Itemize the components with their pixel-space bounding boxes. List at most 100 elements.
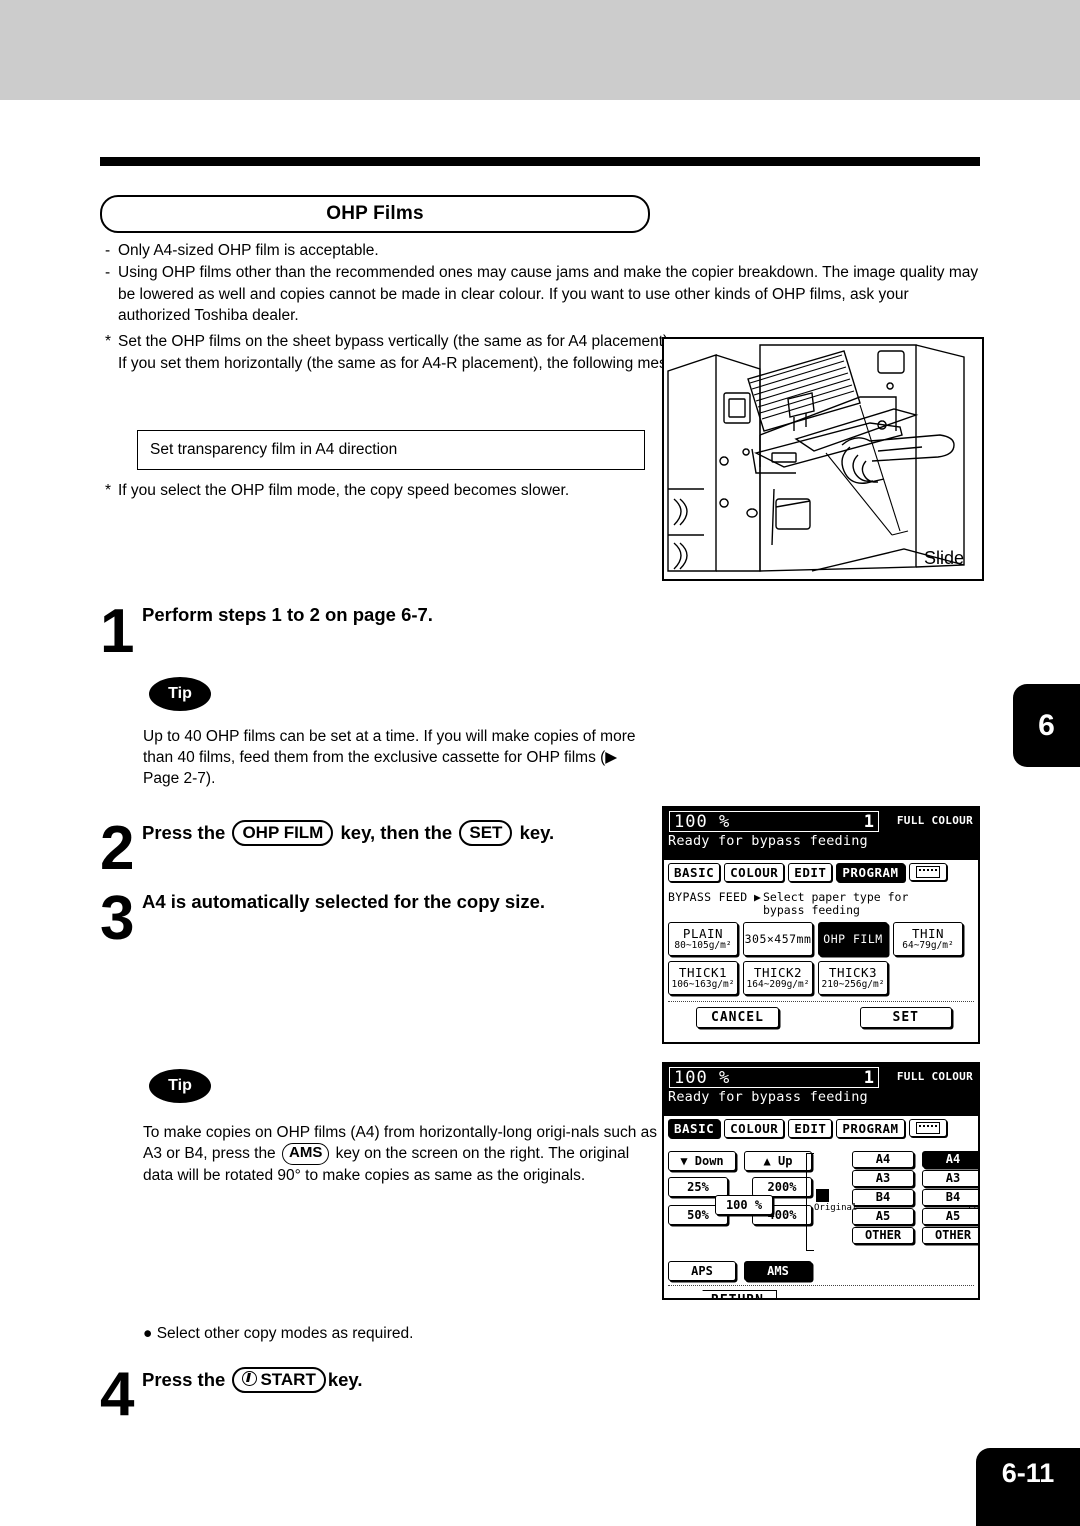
lcd2-tab-edit[interactable]: EDIT [788,1119,833,1138]
step-number-4: 4 [100,1360,135,1429]
lcd2-divider [668,1285,974,1286]
ohp-film-key[interactable]: OHP FILM [232,820,334,847]
step2-text-mid: key, then the [340,822,453,843]
original-size-column: A4 A3 B4 A5 OTHER [806,1151,914,1251]
lcd1-instruction: Select paper type for bypass feeding [763,891,974,917]
zoom-200-button[interactable]: 200% [752,1177,812,1197]
lcd1-tab-edit[interactable]: EDIT [788,863,833,882]
lcd-panel-bypass-paper-type[interactable]: 100 % 1 FULL COLOUR Ready for bypass fee… [662,806,980,1044]
copy-size-b4[interactable]: B4 [922,1189,978,1206]
copy-size-other[interactable]: OTHER [922,1227,978,1244]
chapter-tab-number: 6 [1038,708,1055,742]
lcd2-tab-basic[interactable]: BASIC [668,1119,721,1138]
keyboard-icon[interactable] [908,863,947,881]
note-item: - Only A4-sized OHP film is acceptable. [105,240,985,261]
set-key[interactable]: SET [459,820,513,847]
lcd1-colour-mode: FULL COLOUR [896,814,973,827]
tip-badge-1: Tip [149,677,211,711]
lcd2-body: BASIC COLOUR EDIT PROGRAM ▼ Down ▲ Up 25… [664,1116,978,1298]
lcd1-instruction-line1: Select paper type for [763,890,909,904]
lcd2-tab-colour[interactable]: COLOUR [724,1119,785,1138]
step-text-3: A4 is automatically selected for the cop… [142,891,546,912]
display-message-text: Set transparency film in A4 direction [150,441,398,458]
original-size-other[interactable]: OTHER [852,1227,914,1244]
paper-type-thick2[interactable]: THICK2 164~209g/m² [743,960,813,995]
paper-type-thick1-label: THICK1 [678,965,728,981]
set-button[interactable]: SET [859,1006,952,1028]
note-marker [105,353,118,374]
cancel-button[interactable]: CANCEL [696,1006,779,1028]
lcd1-mode-label: BYPASS FEED [668,890,748,904]
lcd1-body: BASIC COLOUR EDIT PROGRAM BYPASS FEED ▶ … [664,860,978,1042]
step4-text-after: key. [327,1369,363,1390]
copier-illustration-svg [667,344,965,572]
scan-header-band [0,0,1080,100]
bullet-text: Select other copy modes as required. [156,1325,414,1342]
zoom-up-button[interactable]: ▲ Up [744,1151,812,1171]
aps-ams-row: APS AMS [668,1261,812,1281]
keyboard-icon[interactable] [908,1119,947,1137]
paper-type-thin[interactable]: THIN 64~79g/m² [893,921,963,956]
lcd1-subheader: BYPASS FEED ▶ Select paper type for bypa… [668,891,974,917]
zoom-25-button[interactable]: 25% [668,1177,728,1197]
lcd2-header: 100 % 1 FULL COLOUR Ready for bypass fee… [664,1064,978,1116]
tip-text-2: To make copies on OHP films (A4) from ho… [143,1122,663,1186]
step-number-3: 3 [100,884,135,953]
lcd2-tab-program[interactable]: PROGRAM [836,1119,905,1138]
original-size-a3[interactable]: A3 [852,1170,914,1187]
lcd1-header: 100 % 1 FULL COLOUR Ready for bypass fee… [664,808,978,860]
original-size-a4[interactable]: A4 [852,1151,914,1168]
original-size-b4[interactable]: B4 [852,1189,914,1206]
lcd2-controls: ▼ Down ▲ Up 25% 200% 50% 400% 100 % APS … [668,1151,978,1281]
original-size-a5[interactable]: A5 [852,1208,914,1225]
bullet-note: ● Select other copy modes as required. [143,1325,663,1343]
step2-text-before: Press the [142,822,226,843]
step-text-1: Perform steps 1 to 2 on page 6-7. [142,604,433,625]
aps-button[interactable]: APS [668,1261,736,1281]
paper-type-thick3[interactable]: THICK3 210~256g/m² [818,960,888,995]
lcd1-footer: CANCEL SET [668,1006,974,1028]
lcd1-copy-count: 1 [863,811,874,832]
size-columns: A4 A3 B4 A5 OTHER A4 A3 B4 A5 OTHER [806,1151,978,1251]
step2-text-after: key. [519,822,555,843]
paper-type-305x457-label: 305×457mm [744,931,812,946]
lcd1-instruction-line2: bypass feeding [763,902,860,917]
start-key[interactable]: START [232,1367,326,1394]
zoom-reset-button[interactable]: 100 % [715,1195,773,1215]
lcd-panel-basic-zoom[interactable]: 100 % 1 FULL COLOUR Ready for bypass fee… [662,1062,980,1300]
paper-type-plain[interactable]: PLAIN 80~105g/m² [668,921,738,956]
lcd1-tab-program[interactable]: PROGRAM [836,863,905,882]
paper-type-thick3-label: THICK3 [828,965,878,981]
original-paper-icon [816,1189,829,1202]
copy-size-a3[interactable]: A3 [922,1170,978,1187]
start-key-label: START [260,1370,316,1389]
copy-size-a4[interactable]: A4 [922,1151,978,1168]
lcd1-tab-basic[interactable]: BASIC [668,863,721,882]
zoom-down-button[interactable]: ▼ Down [668,1151,736,1171]
paper-type-ohp-film[interactable]: OHP FILM [818,921,888,956]
page-number: 6-11 [1001,1458,1055,1488]
lcd1-paper-type-row-1: PLAIN 80~105g/m² 305×457mm OHP FILM THIN… [668,921,974,956]
lcd2-tab-row: BASIC COLOUR EDIT PROGRAM [668,1119,974,1143]
note-item: - Using OHP films other than the recomme… [105,262,985,326]
return-button[interactable]: RETURN [694,1290,777,1298]
note-text: Using OHP films other than the recommend… [118,264,979,325]
ams-key[interactable]: AMS [282,1143,330,1165]
paper-type-thick2-weight: 164~209g/m² [746,979,810,991]
ams-button[interactable]: AMS [744,1261,812,1281]
copy-size-a5[interactable]: A5 [922,1208,978,1225]
note-item-speed: * If you select the OHP film mode, the c… [105,482,665,500]
lcd2-copy-count: 1 [863,1067,874,1088]
step-text-2: Press the OHP FILM key, then the SET key… [142,820,662,847]
lcd2-ratio: 100 % [674,1067,731,1088]
paper-type-thick1[interactable]: THICK1 106~163g/m² [668,960,738,995]
chapter-tab: 6 [1013,684,1080,767]
lcd2-status: Ready for bypass feeding [668,1089,868,1105]
paper-type-ohp-film-label: OHP FILM [823,931,883,946]
note-text: If you select the OHP film mode, the cop… [118,482,570,499]
lcd1-tab-colour[interactable]: COLOUR [724,863,785,882]
paper-type-305x457[interactable]: 305×457mm [743,921,813,956]
step4-text-before: Press the [142,1369,226,1390]
lcd1-status: Ready for bypass feeding [668,833,868,849]
note-text: Only A4-sized OHP film is acceptable. [118,242,379,259]
